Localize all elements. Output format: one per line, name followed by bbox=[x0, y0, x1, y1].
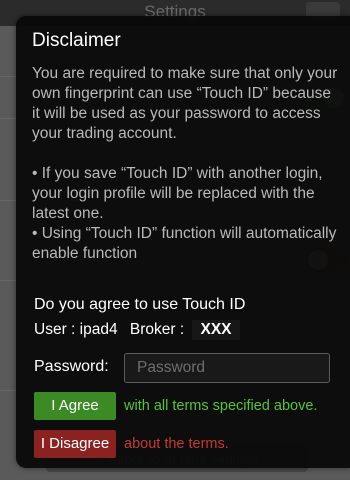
password-input[interactable] bbox=[124, 353, 330, 383]
dialog-body: You are required to make sure that only … bbox=[32, 64, 338, 264]
agree-note: with all terms specified above. bbox=[124, 398, 318, 414]
disagree-button[interactable]: I Disagree bbox=[34, 430, 116, 458]
screen: Settings Restore to default settings Dis… bbox=[0, 0, 350, 480]
disagree-note: about the terms. bbox=[124, 436, 229, 452]
disclaimer-dialog: Disclaimer You are required to make sure… bbox=[16, 16, 350, 468]
disclaimer-paragraph: You are required to make sure that only … bbox=[32, 65, 338, 142]
disclaimer-bullet: • Using “Touch ID” function will automat… bbox=[32, 225, 337, 262]
broker-label: Broker : bbox=[129, 321, 185, 338]
user-label: User : bbox=[34, 321, 76, 338]
account-info: User : ipad4 Broker : XXX bbox=[34, 320, 240, 340]
dialog-title: Disclaimer bbox=[32, 30, 121, 51]
broker-value: XXX bbox=[192, 320, 240, 340]
user-value: ipad4 bbox=[79, 321, 118, 338]
disclaimer-bullet: • If you save “Touch ID” with another lo… bbox=[32, 165, 323, 222]
agree-button[interactable]: I Agree bbox=[34, 392, 116, 420]
password-label: Password: bbox=[34, 358, 109, 375]
agree-question: Do you agree to use Touch ID bbox=[34, 296, 246, 313]
